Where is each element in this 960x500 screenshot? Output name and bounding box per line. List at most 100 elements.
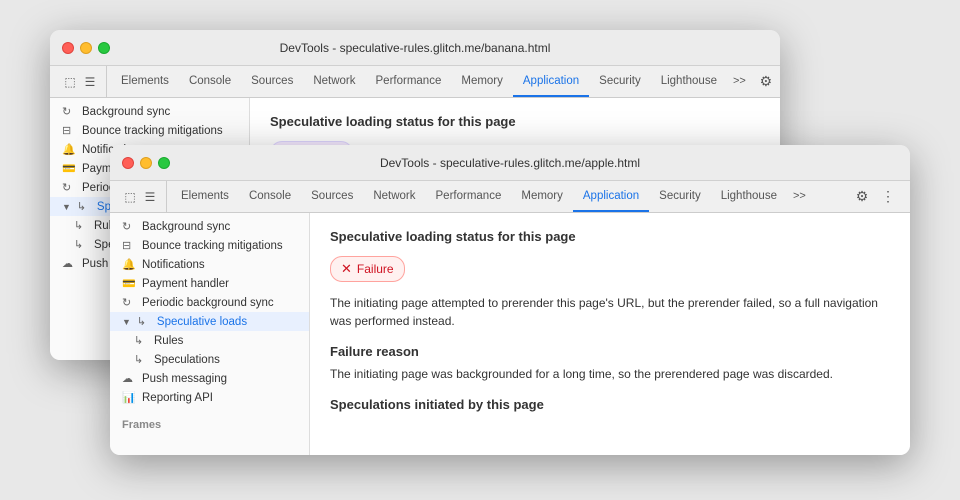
status-label-front: Failure [357, 262, 394, 276]
bounce-icon-front: ⊟ [122, 239, 136, 252]
tabs-list-front: Elements Console Sources Network Perform… [167, 181, 816, 212]
tab-security-back[interactable]: Security [589, 66, 651, 97]
speculationsitem-icon-front: ↳ [134, 353, 148, 366]
fullscreen-button-front[interactable] [158, 157, 170, 169]
notif-icon-front: 🔔 [122, 258, 136, 271]
spec-icon-front: ↳ [137, 315, 151, 328]
speculations-title-front: Speculations initiated by this page [330, 397, 890, 412]
sidebar-bounce-tracking-front[interactable]: ⊟ Bounce tracking mitigations [110, 236, 309, 255]
section-title-front: Speculative loading status for this page [330, 229, 890, 244]
content-panel-front: Speculative loading status for this page… [310, 213, 910, 455]
sidebar-periodic-label-front: Periodic background sync [142, 297, 274, 309]
device-icon-front[interactable]: ☰ [142, 189, 158, 205]
sidebar-background-sync-back[interactable]: ↻ Background sync [50, 102, 249, 121]
speculationsitem-icon-back: ↳ [74, 238, 88, 251]
sidebar-label-back: Background sync [82, 106, 170, 118]
title-bar-front: DevTools - speculative-rules.glitch.me/a… [110, 145, 910, 181]
sync-icon-front: ↻ [122, 220, 136, 233]
payment-icon-back: 💳 [62, 162, 76, 175]
tab-bar-front: ⬚ ☰ Elements Console Sources Network Per… [110, 181, 910, 213]
inspect-icon-back[interactable]: ⬚ [62, 74, 78, 90]
traffic-lights-back [62, 42, 110, 54]
sidebar-spec-label-front: Speculative loads [157, 316, 247, 328]
tab-performance-front[interactable]: Performance [426, 181, 512, 212]
gear-icon-front[interactable] [852, 187, 872, 207]
tabs-list-back: Elements Console Sources Network Perform… [107, 66, 756, 97]
tab-elements-back[interactable]: Elements [111, 66, 179, 97]
tab-lighthouse-back[interactable]: Lighthouse [651, 66, 727, 97]
tab-bar-back: ⬚ ☰ Elements Console Sources Network Per… [50, 66, 780, 98]
devtools-window-front: DevTools - speculative-rules.glitch.me/a… [110, 145, 910, 455]
sidebar-rules-front[interactable]: ↳ Rules [110, 331, 309, 350]
tab-network-back[interactable]: Network [303, 66, 365, 97]
sidebar-speculative-front[interactable]: ▼ ↳ Speculative loads [110, 312, 309, 331]
sidebar-rules-label-front: Rules [154, 335, 183, 347]
notif-icon-back: 🔔 [62, 143, 76, 156]
sidebar-notifications-front[interactable]: 🔔 Notifications [110, 255, 309, 274]
tab-security-front[interactable]: Security [649, 181, 711, 212]
tab-network-front[interactable]: Network [363, 181, 425, 212]
close-button-back[interactable] [62, 42, 74, 54]
sidebar-push-front[interactable]: ☁ Push messaging [110, 369, 309, 388]
tab-application-front[interactable]: Application [573, 181, 649, 212]
tab-sources-back[interactable]: Sources [241, 66, 303, 97]
payment-icon-front: 💳 [122, 277, 136, 290]
periodic-icon-front: ↻ [122, 296, 136, 309]
failure-reason-text-front: The initiating page was backgrounded for… [330, 365, 890, 383]
sidebar-periodic-front[interactable]: ↻ Periodic background sync [110, 293, 309, 312]
sidebar-bounce-label-front: Bounce tracking mitigations [142, 240, 283, 252]
sidebar-background-sync-front[interactable]: ↻ Background sync [110, 217, 309, 236]
sidebar-reporting-label-front: Reporting API [142, 392, 213, 404]
sidebar-reporting-front[interactable]: 📊 Reporting API [110, 388, 309, 407]
main-area-front: ↻ Background sync ⊟ Bounce tracking miti… [110, 213, 910, 455]
bounce-icon-back: ⊟ [62, 124, 76, 137]
devtools-icons-back: ⬚ ☰ [54, 66, 107, 97]
arrow-icon-front: ▼ [122, 317, 131, 327]
tab-more-back[interactable]: >> [727, 66, 752, 97]
more-icon-front[interactable] [878, 187, 898, 207]
tab-elements-front[interactable]: Elements [171, 181, 239, 212]
gear-icon-back[interactable] [756, 72, 776, 92]
tab-console-back[interactable]: Console [179, 66, 241, 97]
sync-icon-back: ↻ [62, 105, 76, 118]
close-button-front[interactable] [122, 157, 134, 169]
status-x-icon-front: ✕ [341, 261, 352, 277]
reporting-icon-front: 📊 [122, 391, 136, 404]
device-icon-back[interactable]: ☰ [82, 74, 98, 90]
tab-bar-right-front [852, 187, 906, 207]
sidebar-bounce-tracking-back[interactable]: ⊟ Bounce tracking mitigations [50, 121, 249, 140]
inspect-icon-front[interactable]: ⬚ [122, 189, 138, 205]
sidebar-payment-label-front: Payment handler [142, 278, 229, 290]
description-front: The initiating page attempted to prerend… [330, 294, 890, 330]
window-title-front: DevTools - speculative-rules.glitch.me/a… [380, 156, 640, 170]
sidebar-bounce-label-back: Bounce tracking mitigations [82, 125, 223, 137]
tab-more-front[interactable]: >> [787, 181, 812, 212]
minimize-button-back[interactable] [80, 42, 92, 54]
tab-performance-back[interactable]: Performance [366, 66, 452, 97]
tab-lighthouse-front[interactable]: Lighthouse [711, 181, 787, 212]
status-badge-front: ✕ Failure [330, 256, 405, 282]
title-bar-back: DevTools - speculative-rules.glitch.me/b… [50, 30, 780, 66]
push-icon-back: ☁ [62, 257, 76, 270]
section-title-back: Speculative loading status for this page [270, 114, 760, 129]
tab-memory-back[interactable]: Memory [451, 66, 513, 97]
fullscreen-button-back[interactable] [98, 42, 110, 54]
sidebar-payment-front[interactable]: 💳 Payment handler [110, 274, 309, 293]
tab-sources-front[interactable]: Sources [301, 181, 363, 212]
tab-console-front[interactable]: Console [239, 181, 301, 212]
sidebar-speculations-label-front: Speculations [154, 354, 220, 366]
failure-reason-title-front: Failure reason [330, 344, 890, 359]
spec-icon-back: ↳ [77, 200, 91, 213]
tab-memory-front[interactable]: Memory [511, 181, 573, 212]
sidebar-speculations-front[interactable]: ↳ Speculations [110, 350, 309, 369]
sidebar-front: ↻ Background sync ⊟ Bounce tracking miti… [110, 213, 310, 455]
minimize-button-front[interactable] [140, 157, 152, 169]
sidebar-notif-label-front: Notifications [142, 259, 205, 271]
frames-label-front: Frames [110, 415, 309, 435]
push-icon-front: ☁ [122, 372, 136, 385]
traffic-lights-front [122, 157, 170, 169]
arrow-icon-back: ▼ [62, 202, 71, 212]
rules-icon-front: ↳ [134, 334, 148, 347]
tab-application-back[interactable]: Application [513, 66, 589, 97]
rules-icon-back: ↳ [74, 219, 88, 232]
